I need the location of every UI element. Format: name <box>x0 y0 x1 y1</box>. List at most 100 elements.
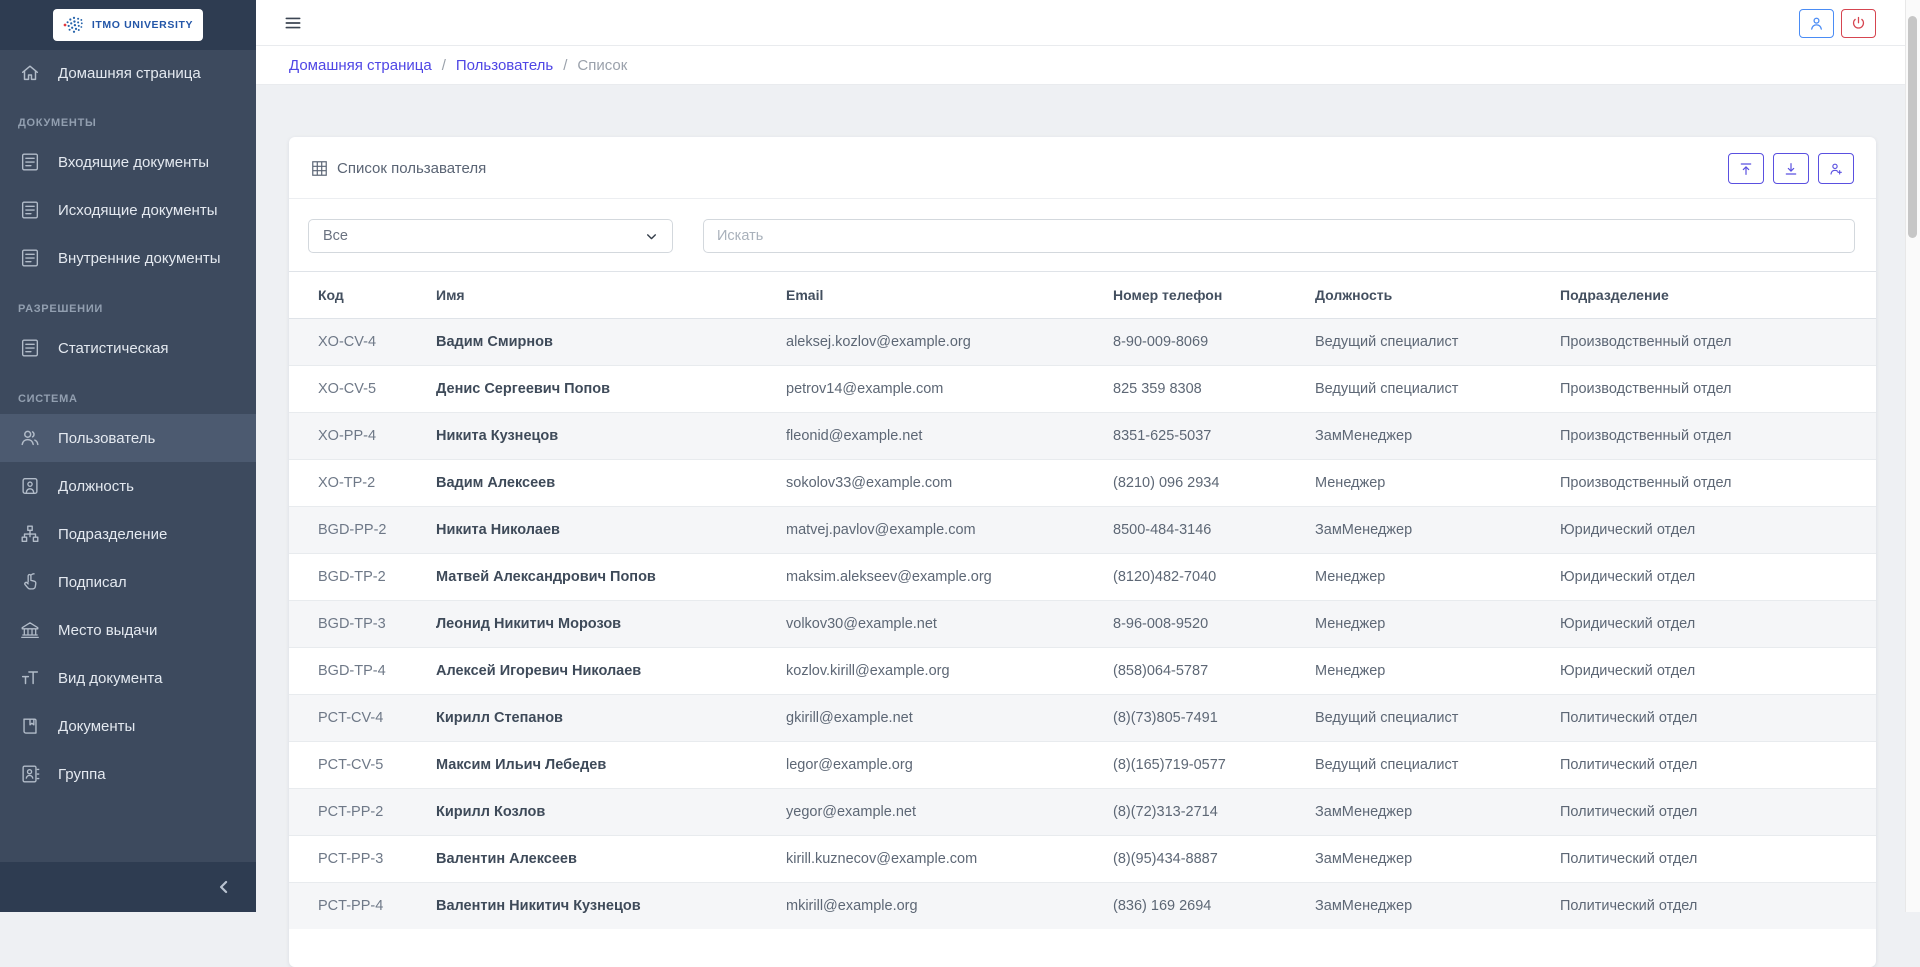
sidebar-item-documents[interactable]: Документы <box>0 702 256 750</box>
cell-email: aleksej.kozlov@example.org <box>776 319 1103 366</box>
page-scrollbar[interactable] <box>1905 0 1920 912</box>
chevron-left-icon[interactable] <box>214 877 234 897</box>
cell-position: Ведущий специалист <box>1305 366 1550 413</box>
cell-code: PCT-PP-3 <box>289 836 426 883</box>
cell-position: Ведущий специалист <box>1305 695 1550 742</box>
cell-email: matvej.pavlov@example.com <box>776 507 1103 554</box>
add-user-button[interactable] <box>1818 153 1854 184</box>
upload-icon <box>1738 161 1754 177</box>
breadcrumb-current: Список <box>577 57 627 74</box>
sidebar-item-user[interactable]: Пользователь <box>0 414 256 462</box>
table-row: XO-CV-4Вадим Смирновaleksej.kozlov@examp… <box>289 319 1876 366</box>
cell-name: Никита Кузнецов <box>426 413 776 460</box>
logo-text: ITMO UNIVERSITY <box>92 19 193 31</box>
hamburger-menu-icon[interactable] <box>283 13 303 33</box>
contacts-icon <box>19 763 41 785</box>
sidebar-item-internal-documents[interactable]: Внутренние документы <box>0 234 256 282</box>
cell-position: Ведущий специалист <box>1305 742 1550 789</box>
sidebar-item-department[interactable]: Подразделение <box>0 510 256 558</box>
cell-position: ЗамМенеджер <box>1305 413 1550 460</box>
cell-code: BGD-TP-3 <box>289 601 426 648</box>
sidebar-item-position[interactable]: Должность <box>0 462 256 510</box>
search-input[interactable] <box>703 219 1855 253</box>
cell-department: Юридический отдел <box>1550 648 1876 695</box>
cell-name: Вадим Алексеев <box>426 460 776 507</box>
cell-email: kozlov.kirill@example.org <box>776 648 1103 695</box>
cell-name: Валентин Алексеев <box>426 836 776 883</box>
cell-position: ЗамМенеджер <box>1305 883 1550 930</box>
topbar-actions <box>1799 9 1876 38</box>
grid-icon <box>310 159 329 178</box>
page-content: Список пользавателя <box>256 85 1920 967</box>
cell-code: PCT-CV-4 <box>289 695 426 742</box>
cell-email: sokolov33@example.com <box>776 460 1103 507</box>
table-row: PCT-CV-4Кирилл Степановgkirill@example.n… <box>289 695 1876 742</box>
sidebar: ITMO UNIVERSITY Домашняя страница ДОКУМЕ… <box>0 0 256 912</box>
cell-department: Производственный отдел <box>1550 413 1876 460</box>
cell-name: Матвей Александрович Попов <box>426 554 776 601</box>
cell-name: Денис Сергеевич Попов <box>426 366 776 413</box>
cell-department: Производственный отдел <box>1550 319 1876 366</box>
cell-phone: (8)(73)805-7491 <box>1103 695 1305 742</box>
upload-button[interactable] <box>1728 153 1764 184</box>
user-table: КодИмяEmailНомер телефонДолжностьПодразд… <box>289 271 1876 929</box>
sidebar-item-home[interactable]: Домашняя страница <box>0 50 256 96</box>
sidebar-item-label: Исходящие документы <box>58 202 217 219</box>
cell-code: BGD-TP-2 <box>289 554 426 601</box>
cell-name: Леонид Никитич Морозов <box>426 601 776 648</box>
sidebar-item-statistical[interactable]: Статистическая <box>0 324 256 372</box>
table-row: PCT-PP-2Кирилл Козловyegor@example.net(8… <box>289 789 1876 836</box>
sidebar-item-signed-by[interactable]: Подписал <box>0 558 256 606</box>
table-row: XO-CV-5Денис Сергеевич Поповpetrov14@exa… <box>289 366 1876 413</box>
cell-code: BGD-PP-2 <box>289 507 426 554</box>
sidebar-item-label: Домашняя страница <box>58 65 201 82</box>
sidebar-item-group[interactable]: Группа <box>0 750 256 798</box>
breadcrumb-home-link[interactable]: Домашняя страница <box>289 57 432 74</box>
cell-phone: (836) 169 2694 <box>1103 883 1305 930</box>
cell-code: BGD-TP-4 <box>289 648 426 695</box>
table-row: BGD-TP-4Алексей Игоревич Николаевkozlov.… <box>289 648 1876 695</box>
filter-row: Все <box>289 199 1876 271</box>
column-header-email: Email <box>776 272 1103 319</box>
cell-name: Кирилл Степанов <box>426 695 776 742</box>
cell-phone: 825 359 8308 <box>1103 366 1305 413</box>
cell-name: Алексей Игоревич Николаев <box>426 648 776 695</box>
hand-icon <box>19 571 41 593</box>
download-icon <box>1783 161 1799 177</box>
sidebar-section-title: СИСТЕМА <box>0 372 256 414</box>
user-list-card: Список пользавателя <box>289 137 1876 967</box>
document-icon <box>19 247 41 269</box>
sidebar-sections: ДОКУМЕНТЫВходящие документыИсходящие док… <box>0 96 256 798</box>
cell-department: Политический отдел <box>1550 742 1876 789</box>
scrollbar-thumb[interactable] <box>1908 16 1917 238</box>
sidebar-item-document-type[interactable]: Вид документа <box>0 654 256 702</box>
breadcrumb-user-link[interactable]: Пользователь <box>456 57 553 74</box>
cell-position: Менеджер <box>1305 460 1550 507</box>
sidebar-item-label: Статистическая <box>58 340 169 357</box>
cell-email: yegor@example.net <box>776 789 1103 836</box>
cell-email: fleonid@example.net <box>776 413 1103 460</box>
table-row: BGD-PP-2Никита Николаевmatvej.pavlov@exa… <box>289 507 1876 554</box>
cell-department: Юридический отдел <box>1550 554 1876 601</box>
itmo-logo[interactable]: ITMO UNIVERSITY <box>53 9 203 41</box>
sidebar-logo-bar: ITMO UNIVERSITY <box>0 0 256 50</box>
card-header: Список пользавателя <box>289 137 1876 199</box>
cell-phone: 8-96-008-9520 <box>1103 601 1305 648</box>
sidebar-item-outgoing-documents[interactable]: Исходящие документы <box>0 186 256 234</box>
chevron-down-icon <box>645 230 658 243</box>
download-button[interactable] <box>1773 153 1809 184</box>
type-filter-select[interactable]: Все <box>308 219 673 253</box>
sidebar-item-label: Внутренние документы <box>58 250 221 267</box>
itmo-logo-dots-icon <box>63 15 85 35</box>
card-title: Список пользавателя <box>310 159 486 178</box>
cell-email: petrov14@example.com <box>776 366 1103 413</box>
logout-button[interactable] <box>1841 9 1876 38</box>
cell-position: ЗамМенеджер <box>1305 789 1550 836</box>
cell-phone: (8120)482-7040 <box>1103 554 1305 601</box>
sidebar-item-place-of-issue[interactable]: Место выдачи <box>0 606 256 654</box>
sidebar-item-incoming-documents[interactable]: Входящие документы <box>0 138 256 186</box>
cell-code: XO-CV-4 <box>289 319 426 366</box>
sidebar-item-label: Вид документа <box>58 670 162 687</box>
column-header-name: Имя <box>426 272 776 319</box>
profile-button[interactable] <box>1799 9 1834 38</box>
